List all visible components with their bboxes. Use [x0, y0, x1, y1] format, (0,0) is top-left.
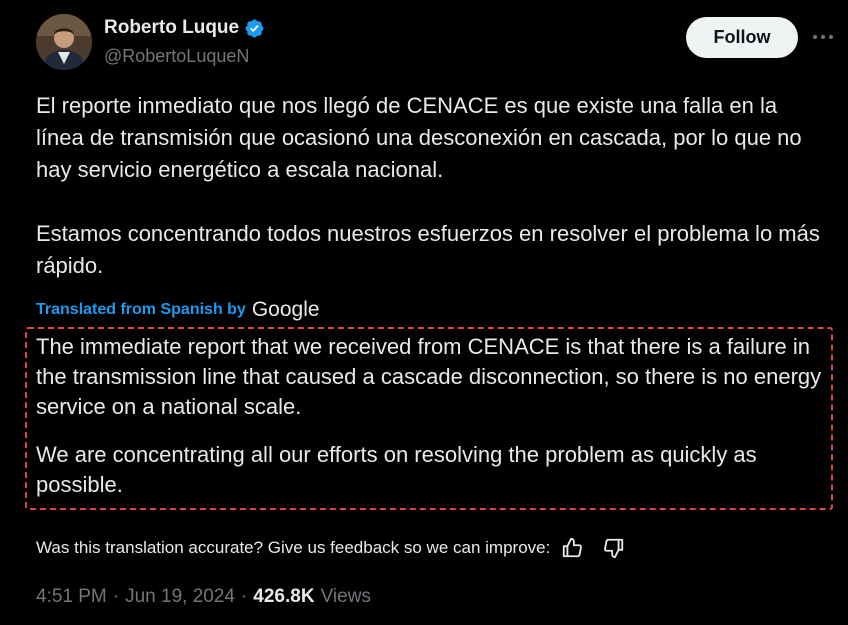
avatar[interactable]: [36, 14, 92, 70]
author-display-name[interactable]: Roberto Luque: [104, 17, 239, 39]
views-count: 426.8K: [253, 586, 315, 607]
tweet-paragraph: Estamos concentrando todos nuestros esfu…: [36, 221, 820, 278]
tweet-date[interactable]: Jun 19, 2024: [125, 586, 235, 608]
verified-badge-icon: [244, 18, 265, 39]
follow-button[interactable]: Follow: [686, 17, 798, 58]
tweet-translated-text: The immediate report that we received fr…: [36, 332, 826, 500]
tweet-meta: 4:51 PM · Jun 19, 2024 · 426.8K Views: [36, 586, 371, 608]
thumbs-down-icon[interactable]: [602, 536, 626, 560]
translation-attribution: Translated from Spanish by Google: [36, 298, 320, 322]
translated-from-label[interactable]: Translated from Spanish by: [36, 301, 246, 319]
more-options-icon[interactable]: [810, 24, 836, 50]
translation-feedback: Was this translation accurate? Give us f…: [36, 536, 626, 560]
thumbs-up-icon[interactable]: [560, 536, 584, 560]
tweet-time[interactable]: 4:51 PM: [36, 586, 107, 608]
translation-paragraph: The immediate report that we received fr…: [36, 334, 822, 419]
views-label: Views: [320, 586, 371, 607]
author-name-row: Roberto Luque: [104, 17, 265, 39]
separator-dot: ·: [112, 586, 120, 607]
feedback-prompt: Was this translation accurate? Give us f…: [36, 538, 551, 557]
separator-dot: ·: [240, 586, 248, 607]
tweet-paragraph: El reporte inmediato que nos llegó de CE…: [36, 93, 802, 182]
avatar-image: [36, 14, 92, 70]
google-logo: Google: [251, 298, 320, 321]
tweet-original-text: El reporte inmediato que nos llegó de CE…: [36, 90, 826, 282]
translation-paragraph: We are concentrating all our efforts on …: [36, 442, 757, 497]
author-handle[interactable]: @RobertoLuqueN: [104, 46, 249, 67]
